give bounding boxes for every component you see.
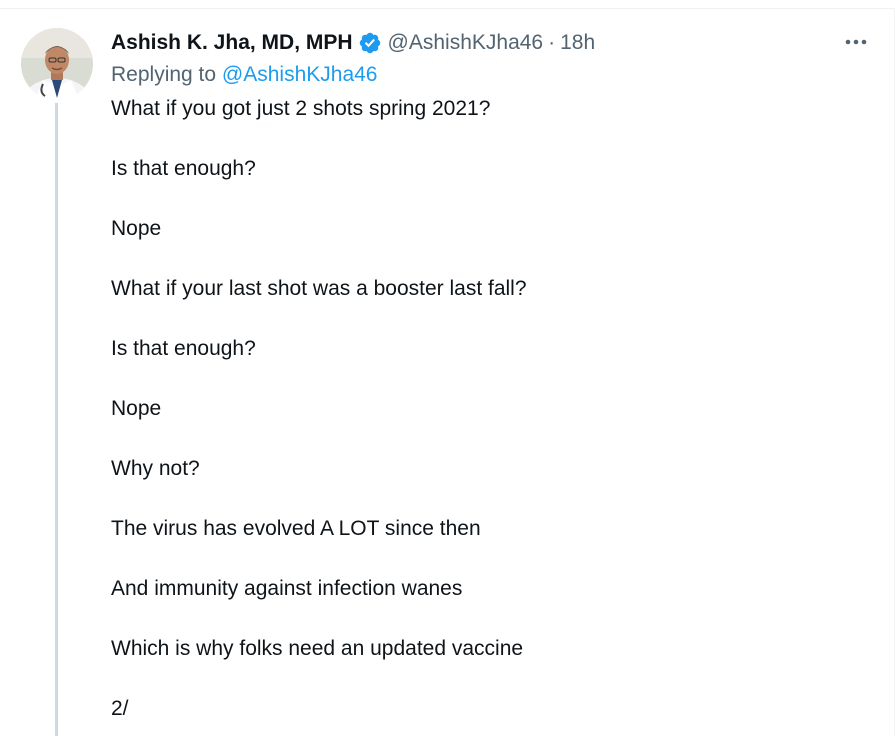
avatar[interactable] <box>21 28 93 100</box>
tweet-line: Is that enough? <box>111 157 256 180</box>
tweet-line: Why not? <box>111 457 200 480</box>
tweet-line: Which is why folks need an updated vacci… <box>111 637 524 660</box>
tweet-line: Nope <box>111 217 162 240</box>
tweet-line: 2/ <box>111 697 129 720</box>
author-handle[interactable]: @AshishKJha46 <box>388 31 544 55</box>
tweet-line: What if your last shot was a booster las… <box>111 277 527 300</box>
replying-to: Replying to @AshishKJha46 <box>111 63 377 87</box>
tweet-line: What if you got just 2 shots spring 2021… <box>111 97 491 120</box>
tweet-line: Nope <box>111 397 162 420</box>
verified-badge-icon <box>358 31 382 55</box>
tweet-line: Is that enough? <box>111 337 256 360</box>
top-divider <box>0 8 895 9</box>
more-options-icon[interactable] <box>838 32 874 52</box>
tweet-header: Ashish K. Jha, MD, MPH @AshishKJha46 · 1… <box>111 30 595 56</box>
tweet-text: What if you got just 2 shots spring 2021… <box>111 94 871 754</box>
tweet-line: The virus has evolved A LOT since then <box>111 517 481 540</box>
timestamp[interactable]: 18h <box>560 31 595 55</box>
avatar-image <box>21 28 93 100</box>
display-name[interactable]: Ashish K. Jha, MD, MPH <box>111 31 353 55</box>
thread-line <box>55 103 58 736</box>
replying-to-label: Replying to <box>111 63 217 86</box>
separator-dot: · <box>548 31 556 54</box>
tweet-line: And immunity against infection wanes <box>111 577 463 600</box>
replying-to-mention[interactable]: @AshishKJha46 <box>222 63 378 86</box>
